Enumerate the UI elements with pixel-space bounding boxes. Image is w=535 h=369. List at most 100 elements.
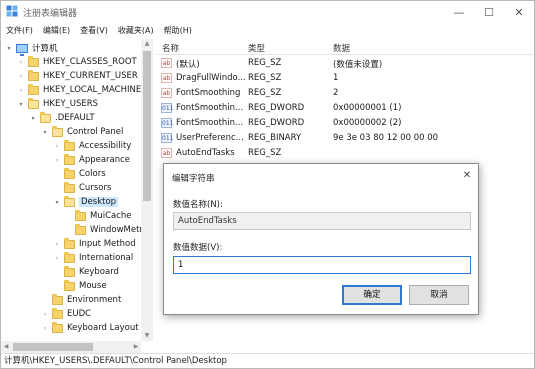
- tree-item-accessibility[interactable]: › Accessibility: [53, 139, 131, 153]
- tree-item-keyboard[interactable]: Keyboard: [64, 265, 119, 279]
- tree-item-environment[interactable]: Environment: [52, 293, 121, 307]
- close-button[interactable]: ✕: [504, 1, 534, 23]
- collapse-arrow-icon[interactable]: ›: [17, 87, 25, 94]
- scroll-right-arrow-icon[interactable]: ▶: [131, 341, 141, 353]
- list-item[interactable]: 011 UserPreferenc... REG_BINARY 9e 3e 03…: [156, 131, 534, 146]
- tree-item-mouse[interactable]: Mouse: [64, 279, 107, 293]
- tree-item-label: Colors: [79, 169, 106, 179]
- window-title: 注册表编辑器: [23, 9, 78, 19]
- dialog-title: 编辑字符串: [172, 174, 215, 184]
- value-data: 0x00000001 (1): [333, 103, 402, 113]
- registry-tree: ▾ 计算机 › HKEY_CLASSES_ROOT › HKEY_CURRENT…: [1, 39, 153, 341]
- tree-item-label: HKEY_CURRENT_USER: [43, 71, 138, 81]
- value-data-input[interactable]: 1: [173, 256, 471, 274]
- folder-icon: [64, 139, 75, 151]
- tree-item-desktop[interactable]: ▾ Desktop: [53, 195, 119, 209]
- tree-item-international[interactable]: › International: [53, 251, 133, 265]
- value-type: REG_SZ: [248, 73, 282, 83]
- column-header-type[interactable]: 类型: [248, 42, 265, 54]
- tree-item-label: 计算机: [32, 44, 58, 54]
- tree-item-control-panel[interactable]: ▾ Control Panel: [41, 125, 123, 139]
- tree-item-keyboard-layout[interactable]: › Keyboard Layout: [41, 321, 139, 335]
- list-item[interactable]: ab FontSmoothing REG_SZ 2: [156, 86, 534, 101]
- tree-item-label: Environment: [67, 295, 122, 305]
- collapse-arrow-icon[interactable]: ›: [53, 241, 61, 248]
- dialog-close-icon[interactable]: ✕: [460, 169, 474, 183]
- tree-item-colors[interactable]: Colors: [64, 167, 106, 181]
- menu-help[interactable]: 帮助(H): [159, 23, 197, 38]
- folder-open-icon: [40, 111, 51, 123]
- scrollbar-thumb[interactable]: [143, 51, 151, 201]
- value-data: 9e 3e 03 80 12 00 00 00: [333, 133, 439, 143]
- scroll-left-arrow-icon[interactable]: ◀: [1, 341, 11, 353]
- value-type: REG_SZ: [248, 148, 282, 158]
- collapse-arrow-icon[interactable]: ›: [17, 59, 25, 66]
- tree-item-hkey-users[interactable]: ▾ HKEY_USERS: [17, 97, 98, 111]
- value-type: REG_SZ: [248, 58, 282, 68]
- collapse-arrow-icon[interactable]: ›: [41, 325, 49, 332]
- tree-horizontal-scrollbar[interactable]: ◀ ▶: [1, 341, 141, 353]
- tree-item-label: HKEY_LOCAL_MACHINE: [43, 85, 142, 95]
- folder-icon: [52, 307, 63, 319]
- tree-item-muicache[interactable]: MuiCache: [75, 209, 132, 223]
- tree-item-cursors[interactable]: Cursors: [64, 181, 111, 195]
- tree-item-label: Keyboard: [79, 267, 119, 277]
- collapse-arrow-icon[interactable]: ›: [53, 143, 61, 150]
- expand-arrow-icon[interactable]: ▾: [17, 101, 25, 108]
- expand-arrow-icon[interactable]: ▾: [29, 115, 37, 122]
- list-item[interactable]: ab (默认) REG_SZ (数值未设置): [156, 56, 534, 71]
- collapse-arrow-icon[interactable]: ›: [53, 255, 61, 262]
- tree-item-eudc[interactable]: › EUDC: [41, 307, 91, 321]
- tree-item-label: Keyboard Layout: [67, 323, 139, 333]
- value-type: REG_SZ: [248, 88, 282, 98]
- expand-arrow-icon[interactable]: ▾: [53, 199, 61, 206]
- value-data: (数值未设置): [333, 60, 383, 70]
- collapse-arrow-icon[interactable]: ›: [17, 73, 25, 80]
- list-item[interactable]: ab DragFullWindo... REG_SZ 1: [156, 71, 534, 86]
- expand-arrow-icon[interactable]: ▾: [5, 45, 13, 52]
- tree-item-label: Desktop: [79, 197, 119, 207]
- menu-file[interactable]: 文件(F): [1, 23, 38, 38]
- folder-icon: [28, 55, 39, 67]
- tree-item-computer[interactable]: ▾ 计算机: [5, 41, 58, 56]
- collapse-arrow-icon[interactable]: ›: [53, 157, 61, 164]
- tree-item-label: HKEY_CLASSES_ROOT: [43, 57, 137, 67]
- value-data-label: 数值数据(V):: [173, 243, 223, 253]
- string-value-icon: ab: [161, 148, 172, 158]
- value-name: FontSmoothin...: [176, 103, 244, 113]
- tree-item-input-method[interactable]: › Input Method: [53, 237, 136, 251]
- minimize-button[interactable]: —: [444, 1, 474, 23]
- folder-icon: [64, 265, 75, 277]
- menu-view[interactable]: 查看(V): [75, 23, 113, 38]
- tree-item-default[interactable]: ▾ .DEFAULT: [29, 111, 95, 125]
- edit-string-dialog: 编辑字符串 ✕ 数值名称(N): AutoEndTasks 数值数据(V): 1…: [163, 163, 479, 315]
- cancel-button[interactable]: 取消: [409, 285, 469, 305]
- tree-item-label: Control Panel: [67, 127, 124, 137]
- tree-item-appearance[interactable]: › Appearance: [53, 153, 130, 167]
- tree-item-hkey-current-user[interactable]: › HKEY_CURRENT_USER: [17, 69, 138, 83]
- folder-open-icon: [64, 195, 75, 207]
- list-item[interactable]: 011 FontSmoothin... REG_DWORD 0x00000002…: [156, 116, 534, 131]
- menu-edit[interactable]: 编辑(E): [38, 23, 75, 38]
- tree-item-label: Appearance: [79, 155, 131, 165]
- expand-arrow-icon[interactable]: ▾: [41, 129, 49, 136]
- registry-editor-window: 注册表编辑器 — ☐ ✕ 文件(F) 编辑(E) 查看(V) 收藏夹(A) 帮助…: [0, 0, 535, 369]
- scroll-up-arrow-icon[interactable]: ▲: [141, 39, 153, 49]
- computer-icon: [16, 43, 28, 56]
- maximize-button[interactable]: ☐: [474, 1, 504, 23]
- value-type: REG_DWORD: [248, 118, 305, 128]
- column-header-name[interactable]: 名称: [162, 42, 179, 54]
- list-item[interactable]: 011 FontSmoothin... REG_DWORD 0x00000001…: [156, 101, 534, 116]
- tree-vertical-scrollbar[interactable]: ▲ ▼: [141, 39, 153, 341]
- string-value-icon: ab: [161, 88, 172, 98]
- column-header-data[interactable]: 数据: [333, 42, 350, 54]
- folder-open-icon: [52, 125, 63, 137]
- collapse-arrow-icon[interactable]: ›: [41, 311, 49, 318]
- ok-button[interactable]: 确定: [342, 285, 402, 305]
- tree-item-hkey-local-machine[interactable]: › HKEY_LOCAL_MACHINE: [17, 83, 141, 97]
- tree-item-hkey-classes-root[interactable]: › HKEY_CLASSES_ROOT: [17, 55, 137, 69]
- scrollbar-thumb[interactable]: [13, 343, 93, 351]
- list-item[interactable]: ab AutoEndTasks REG_SZ: [156, 146, 534, 161]
- menu-favorites[interactable]: 收藏夹(A): [113, 23, 159, 38]
- scroll-down-arrow-icon[interactable]: ▼: [141, 331, 153, 341]
